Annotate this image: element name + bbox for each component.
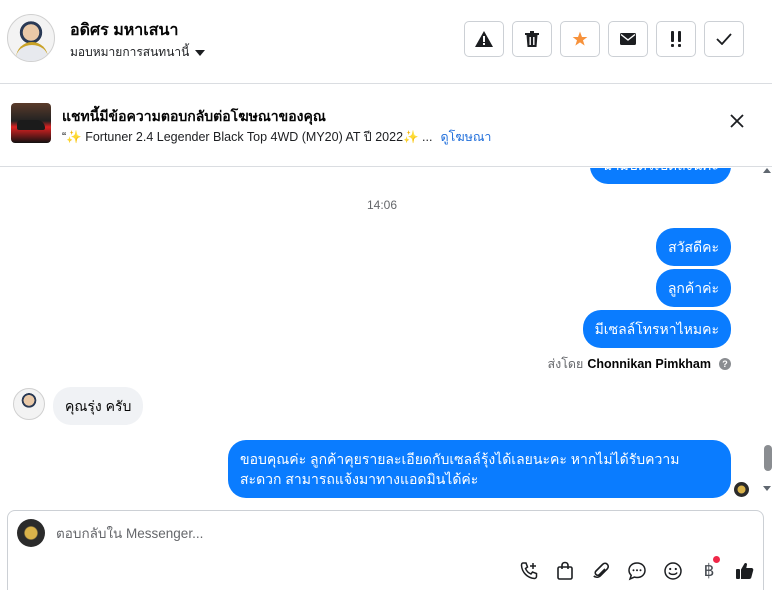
mark-unread-button[interactable]: [608, 21, 648, 57]
assign-conversation-dropdown[interactable]: มอบหมายการสนทนานี้: [70, 43, 206, 62]
chevron-down-icon: [195, 49, 206, 56]
contact-avatar-small: [13, 388, 45, 420]
emoji-button[interactable]: [660, 559, 686, 583]
thumbs-up-icon: [736, 562, 754, 579]
reply-input[interactable]: [56, 526, 556, 541]
double-exclamation-icon: [671, 31, 681, 47]
assign-label: มอบหมายการสนทนานี้: [70, 45, 190, 59]
reply-line-1: ขอบคุณค่ะ ลูกค้าคุยรายละเอียดกับเซลล์รุ้…: [240, 451, 680, 467]
sender-name: Chonnikan Pimkham: [587, 357, 711, 371]
ad-text: “✨ Fortuner 2.4 Legender Black Top 4WD (…: [62, 130, 433, 144]
check-icon: [716, 33, 732, 45]
saved-reply-icon: [628, 562, 646, 581]
page-avatar: [17, 519, 45, 547]
emoji-icon: [664, 562, 682, 580]
outgoing-message[interactable]: ลูกค้าค่ะ: [655, 269, 731, 307]
help-icon[interactable]: ?: [719, 358, 731, 370]
close-banner-button[interactable]: [730, 114, 744, 133]
envelope-icon: [620, 33, 636, 45]
warning-icon: [475, 31, 493, 47]
outgoing-message[interactable]: มีเซลล์โทรหาไหมคะ: [582, 310, 731, 348]
outgoing-message[interactable]: ฉามบัตรเปิดลงน้คะ: [590, 168, 731, 184]
scrollbar-thumb[interactable]: [764, 445, 772, 471]
reply-line-2: สะดวก สามารถแจ้งมาทางแอดมินได้ค่ะ: [240, 471, 479, 487]
baht-icon: ฿: [703, 561, 715, 581]
scroll-down-arrow[interactable]: [763, 486, 771, 491]
close-icon: [730, 114, 744, 128]
ad-thumbnail[interactable]: [11, 103, 51, 143]
view-ad-link[interactable]: ดูโฆษณา: [440, 127, 491, 147]
shopping-bag-icon: [557, 561, 573, 580]
outgoing-message[interactable]: สวัสดีคะ: [656, 228, 731, 266]
message-timestamp: 14:06: [366, 198, 398, 212]
call-icon: [520, 562, 538, 580]
saved-reply-button[interactable]: [624, 559, 650, 583]
scroll-up-arrow[interactable]: [763, 168, 771, 173]
like-button[interactable]: [732, 559, 758, 583]
sent-by-label: ส่งโดย Chonnikan Pimkham ?: [547, 354, 731, 374]
sent-by-prefix: ส่งโดย: [547, 357, 584, 371]
star-icon: [572, 31, 588, 46]
conversation-header: อดิศร มหาเสนา มอบหมายการสนทนานี้: [0, 0, 772, 84]
delete-button[interactable]: [512, 21, 552, 57]
message-composer: ฿: [7, 510, 764, 590]
composer-toolbar: ฿: [516, 556, 758, 583]
star-button[interactable]: [560, 21, 600, 57]
trash-icon: [525, 31, 539, 47]
ad-banner-title: แชทนี้มีข้อความตอบกลับต่อโฆษณาของคุณ: [62, 108, 326, 124]
ad-banner-subtitle: “✨ Fortuner 2.4 Legender Black Top 4WD (…: [62, 127, 491, 147]
shop-button[interactable]: [552, 559, 578, 583]
attach-button[interactable]: [588, 559, 614, 583]
seen-avatar: [734, 482, 749, 497]
payment-button[interactable]: ฿: [696, 556, 722, 583]
follow-up-button[interactable]: [656, 21, 696, 57]
contact-avatar[interactable]: [7, 14, 55, 62]
spam-button[interactable]: [464, 21, 504, 57]
incoming-message[interactable]: คุณรุ่ง ครับ: [53, 387, 144, 425]
call-button[interactable]: [516, 559, 542, 583]
ad-reply-banner: แชทนี้มีข้อความตอบกลับต่อโฆษณาของคุณ “✨ …: [0, 85, 772, 167]
contact-name[interactable]: อดิศร มหาเสนา: [70, 18, 178, 43]
mark-done-button[interactable]: [704, 21, 744, 57]
paperclip-icon: [593, 562, 610, 579]
header-actions: [464, 21, 744, 57]
notification-dot: [713, 556, 720, 563]
outgoing-message[interactable]: ขอบคุณค่ะ ลูกค้าคุยรายละเอียดกับเซลล์รุ้…: [228, 440, 731, 498]
